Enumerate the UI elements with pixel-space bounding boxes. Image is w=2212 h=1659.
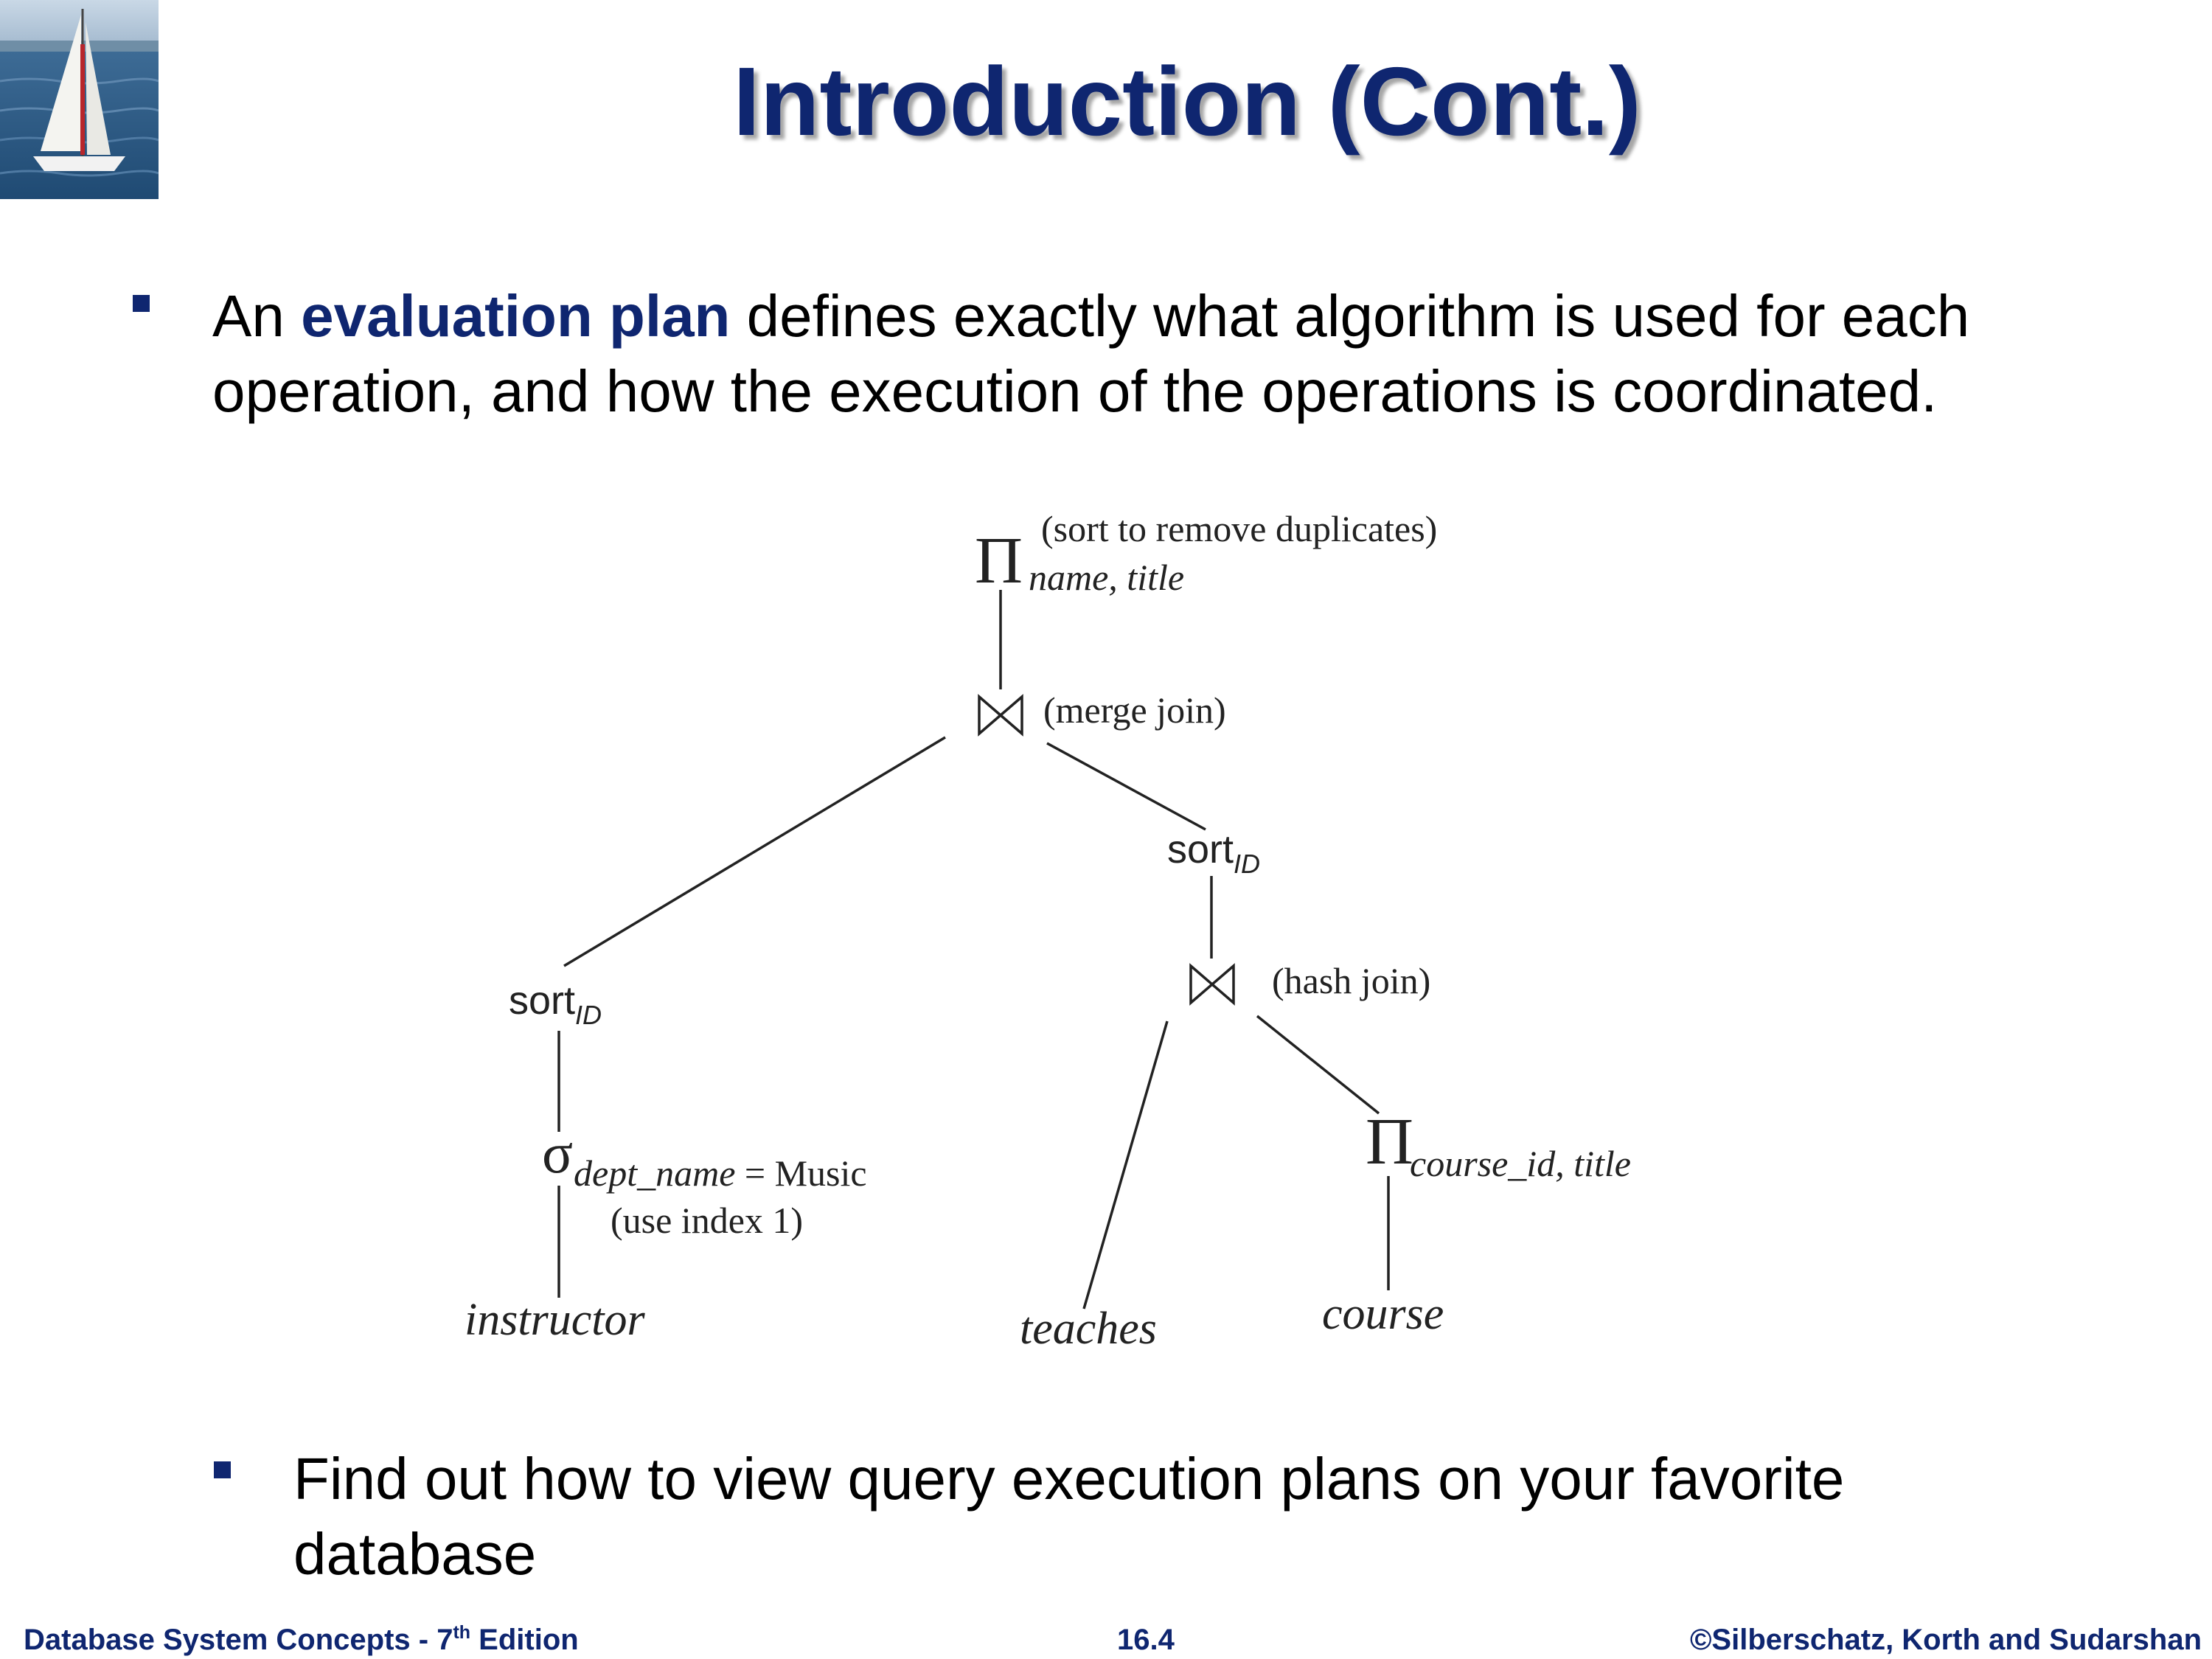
root-note: (sort to remove duplicates): [1041, 508, 1437, 549]
merge-join-bowtie-icon: [978, 694, 1023, 737]
sort-upper-label: sortID: [1167, 827, 1260, 879]
leaf-teaches: teaches: [1020, 1304, 1157, 1354]
footer-book-title: Database System Concepts - 7th Edition: [24, 1624, 579, 1657]
selection-condition: = Music: [735, 1152, 866, 1194]
leaf-instructor: instructor: [465, 1295, 645, 1345]
sort-upper-subscript: ID: [1234, 849, 1260, 879]
footer-book-main: Database System Concepts - 7: [24, 1624, 453, 1656]
selection-attr: dept_name: [574, 1152, 735, 1194]
root-subscript: name, title: [1029, 557, 1184, 598]
edge-merge-left: [563, 736, 946, 967]
footer-page-number: 16.4: [1117, 1624, 1175, 1656]
selection-symbol: σ: [542, 1121, 573, 1185]
bullet-marker-2: [214, 1461, 231, 1478]
sort-lower-text: sort: [509, 978, 575, 1023]
sort-lower-subscript: ID: [575, 1000, 602, 1030]
selection-note: (use index 1): [611, 1200, 803, 1241]
merge-join-note: (merge join): [1043, 689, 1226, 731]
edge-hash-teaches: [1082, 1020, 1169, 1310]
hash-join-bowtie-icon: [1189, 963, 1235, 1006]
edge-hash-project: [1256, 1015, 1380, 1115]
leaf-course: course: [1322, 1289, 1444, 1339]
sort-lower-label: sortID: [509, 978, 602, 1030]
footer-edition-sup: th: [453, 1622, 471, 1643]
footer-book-tail: Edition: [470, 1624, 579, 1656]
root-projection-symbol: Π: [975, 524, 1023, 597]
sort-upper-text: sort: [1167, 827, 1234, 872]
course-projection-subscript: course_id, title: [1410, 1143, 1631, 1184]
hash-join-note: (hash join): [1272, 960, 1430, 1001]
evaluation-plan-diagram: Π (sort to remove duplicates) name, titl…: [465, 508, 1631, 1354]
selection-predicate: dept_name = Music: [574, 1152, 867, 1194]
edge-merge-right: [1046, 742, 1206, 831]
course-projection-symbol: Π: [1366, 1105, 1413, 1178]
footer-copyright: ©Silberschatz, Korth and Sudarshan: [1689, 1624, 2202, 1656]
bullet-text-query-plans: Find out how to view query execution pla…: [293, 1446, 1845, 1587]
